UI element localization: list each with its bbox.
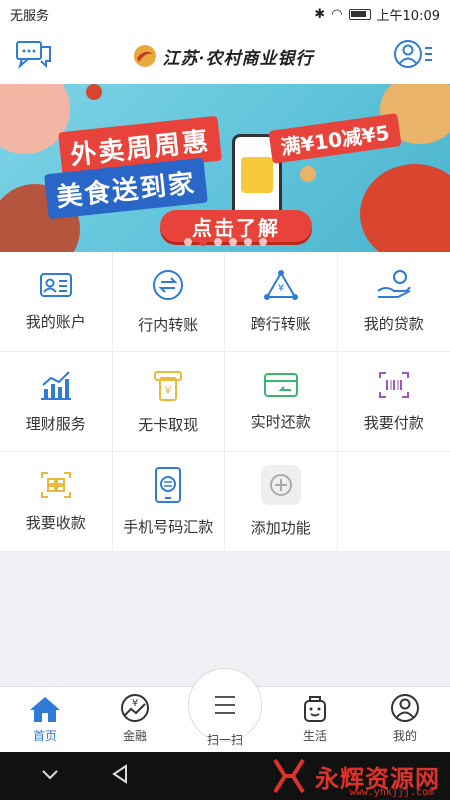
grid-item-label: 跨行转账 (250, 315, 311, 333)
nav-back-icon[interactable] (110, 764, 130, 788)
app-header: 江苏·农村商业银行 (0, 28, 450, 84)
loan-hand-icon (376, 269, 412, 301)
pay-qr-icon (377, 370, 411, 400)
status-icons: ✱ ◠ 上午10:09 (314, 5, 440, 24)
life-icon (304, 696, 326, 722)
svg-text:¥: ¥ (132, 698, 138, 709)
grid-item-label: 添加功能 (250, 519, 311, 537)
cardless-icon: ¥ (151, 368, 185, 402)
message-button[interactable] (16, 39, 52, 73)
banner-promo-tag: 满¥10减¥5 (268, 113, 402, 164)
carousel-dot[interactable] (258, 238, 267, 246)
bank-brand: 江苏·农村商业银行 (133, 44, 314, 69)
promo-banner[interactable]: 外卖周周惠 美食送到家 满¥10减¥5 点击了解 (0, 84, 450, 252)
grid-item-label: 实时还款 (250, 413, 311, 431)
repay-icon (263, 371, 299, 399)
profile-icon (391, 694, 419, 722)
status-bar: 无服务 ✱ ◠ 上午10:09 (0, 0, 450, 28)
grid-item-receive-payment[interactable]: 我要收款 (0, 452, 113, 552)
grid-item-label: 我的贷款 (363, 315, 424, 333)
id-card-icon (39, 271, 73, 299)
function-grid: 我的账户 行内转账 ¥ 跨行转账 我的贷款 理财服务 ¥ 无卡取现 实时还款 我… (0, 252, 450, 552)
bank-name: 江苏·农村商业银行 (162, 48, 314, 69)
grid-item-add-function[interactable]: 添加功能 (225, 452, 338, 552)
grid-item-label: 我要付款 (363, 414, 424, 432)
profile-menu-button[interactable] (393, 38, 434, 74)
home-icon (30, 697, 60, 722)
finance-icon: ¥ (121, 694, 149, 722)
watermark-logo-icon (273, 758, 305, 794)
cross-bank-icon: ¥ (263, 269, 298, 301)
tab-label: 生活 (302, 729, 327, 743)
receive-qr-icon (39, 470, 73, 500)
carousel-dot[interactable] (213, 238, 222, 246)
scan-icon (215, 696, 235, 714)
user-menu-icon (393, 40, 432, 68)
grid-item-internal-transfer[interactable]: 行内转账 (112, 252, 225, 352)
grid-empty-cell (337, 452, 450, 552)
carousel-dot[interactable] (228, 238, 237, 246)
grid-item-label: 无卡取现 (138, 416, 199, 434)
grid-item-label: 理财服务 (25, 415, 86, 433)
grid-item-label: 我要收款 (25, 514, 86, 532)
bank-logo-icon (133, 45, 156, 67)
carrier-text: 无服务 (10, 8, 50, 24)
clock-text: 上午10:09 (376, 8, 440, 24)
grid-item-cross-bank-transfer[interactable]: ¥ 跨行转账 (225, 252, 338, 352)
grid-item-my-account[interactable]: 我的账户 (0, 252, 113, 352)
tab-mine[interactable]: 我的 (360, 687, 450, 752)
chat-bubbles-icon (16, 41, 51, 69)
tab-home[interactable]: 首页 (0, 687, 90, 752)
grid-item-wealth-service[interactable]: 理财服务 (0, 352, 113, 452)
watermark-url: www.yhkjjj.com (349, 787, 434, 798)
svg-text:¥: ¥ (165, 384, 172, 397)
bluetooth-icon: ✱ (314, 6, 326, 22)
watermark: 永辉资源网 www.yhkjjj.com (269, 752, 440, 800)
carousel-dot[interactable] (183, 238, 192, 246)
grid-item-realtime-repayment[interactable]: 实时还款 (225, 352, 338, 452)
tab-scan[interactable] (188, 668, 262, 742)
carousel-dots (0, 238, 450, 246)
carousel-dot-active[interactable] (198, 238, 207, 246)
grid-item-label: 我的账户 (25, 313, 86, 331)
add-icon (260, 465, 301, 505)
tab-label: 我的 (392, 729, 417, 743)
grid-item-label: 手机号码汇款 (123, 518, 214, 536)
grid-item-my-loan[interactable]: 我的贷款 (337, 252, 450, 352)
nav-down-icon[interactable] (40, 767, 60, 786)
svg-text:¥: ¥ (278, 283, 284, 294)
chart-icon (39, 369, 73, 401)
grid-item-cardless-withdrawal[interactable]: ¥ 无卡取现 (112, 352, 225, 452)
carousel-dot[interactable] (243, 238, 252, 246)
tab-life[interactable]: 生活 (270, 687, 360, 752)
wifi-icon: ◠ (331, 6, 343, 22)
tab-label: 首页 (32, 729, 57, 743)
grid-item-make-payment[interactable]: 我要付款 (337, 352, 450, 452)
tab-label: 金融 (122, 729, 147, 743)
tab-finance[interactable]: ¥ 金融 (90, 687, 180, 752)
phone-remit-icon (153, 466, 183, 504)
grid-item-label: 行内转账 (138, 316, 199, 334)
battery-icon (348, 8, 371, 20)
transfer-icon (151, 268, 185, 302)
grid-item-phone-remittance[interactable]: 手机号码汇款 (112, 452, 225, 552)
